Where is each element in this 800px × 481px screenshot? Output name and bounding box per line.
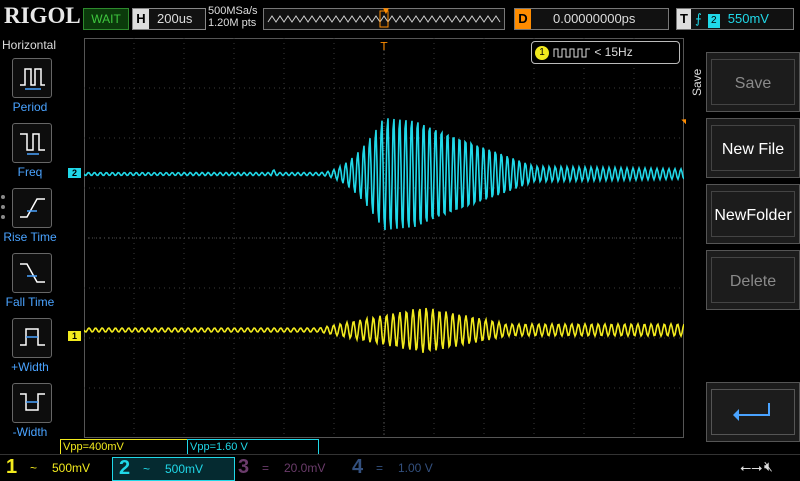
positive-width-icon [12, 318, 52, 358]
measure-period[interactable]: Period [0, 58, 60, 120]
channel-status-bar: 1 ~ 500mV 2 ~ 500mV 3 = 20.0mV 4 = 1.00 … [0, 454, 800, 481]
save-menu-title: Save [690, 68, 704, 96]
new-folder-button-label: NewFolder [714, 207, 792, 224]
save-button-label: Save [734, 75, 772, 92]
waveform-display[interactable]: T [84, 38, 684, 438]
waveform-graticule: T [84, 38, 684, 438]
horizontal-timebase[interactable]: H 200us [132, 8, 206, 30]
trigger-level: 550mV [727, 11, 769, 26]
trigger-position-marker-icon: ▼ [381, 6, 391, 17]
measure-fall-time-label: Fall Time [5, 295, 55, 309]
ch2-vpp-measurement: Vpp=1.60 V [187, 439, 319, 455]
acquisition-info: 500MSa/s 1.20M pts [208, 5, 258, 29]
new-file-button-label: New File [721, 141, 785, 158]
return-arrow-icon [733, 403, 770, 421]
channel-2-coupling: ~ [143, 462, 151, 476]
delete-button-label: Delete [729, 273, 777, 290]
channel-4-coupling: = [376, 461, 384, 475]
channel-1-scale: 500mV [52, 461, 91, 475]
measure-fall-time[interactable]: Fall Time [0, 253, 60, 315]
channel-2-waveform [84, 118, 684, 231]
measure-negative-width-label: -Width [12, 425, 48, 439]
trigger-settings[interactable]: T ⨍ 2 550mV [676, 8, 794, 30]
horizontal-key-label: H [133, 9, 149, 29]
run-status-badge[interactable]: WAIT [83, 8, 129, 30]
sample-rate: 500MSa/s [208, 5, 258, 17]
save-button[interactable]: Save [706, 52, 800, 112]
save-menu: Save Save New File NewFolder Delete [686, 38, 800, 448]
measure-menu: Horizontal Period Freq Rise Time Fall Ti… [0, 36, 60, 446]
back-button[interactable] [706, 382, 800, 442]
trigger-delay[interactable]: D 0.00000000ps [514, 8, 669, 30]
measure-period-label: Period [12, 100, 48, 114]
usb-icon: ⭠⭢ [740, 459, 763, 475]
fall-time-icon [12, 253, 52, 293]
channel-3-scale: 20.0mV [284, 461, 326, 475]
channel-2-scale: 500mV [165, 462, 204, 476]
brand-logo: RIGOL [4, 3, 81, 28]
delay-value: 0.00000000ps [553, 11, 636, 26]
rise-time-icon [12, 188, 52, 228]
trigger-key-label: T [677, 9, 691, 29]
frequency-counter-value: < 15Hz [594, 45, 633, 59]
memory-depth: 1.20M pts [208, 17, 257, 29]
pulse-train-icon [553, 48, 590, 58]
channel-2-offset-marker[interactable]: 2 [68, 168, 81, 178]
trigger-position-icon: T [380, 40, 388, 53]
trigger-source-badge: 2 [707, 14, 720, 28]
channel-3-status[interactable]: 3 = 20.0mV [232, 456, 344, 479]
measure-negative-width[interactable]: -Width [0, 383, 60, 445]
channel-3-number: 3 [238, 456, 250, 478]
top-status-bar: RIGOL WAIT H 200us 500MSa/s 1.20M pts ▼ D… [0, 0, 800, 36]
measure-frequency[interactable]: Freq [0, 123, 60, 185]
measure-frequency-label: Freq [17, 165, 43, 179]
measure-rise-time-label: Rise Time [3, 230, 57, 244]
negative-width-icon [12, 383, 52, 423]
measure-positive-width[interactable]: +Width [0, 318, 60, 380]
channel-4-scale: 1.00 V [398, 461, 433, 475]
frequency-counter-channel: 1 [535, 45, 549, 60]
measure-rise-time[interactable]: Rise Time [0, 188, 60, 250]
new-folder-button[interactable]: NewFolder [706, 184, 800, 244]
measure-positive-width-label: +Width [11, 360, 49, 374]
channel-2-status[interactable]: 2 ~ 500mV [112, 457, 235, 481]
channel-1-coupling: ~ [30, 461, 38, 475]
frequency-icon [12, 123, 52, 163]
period-icon [12, 58, 52, 98]
speaker-muted-icon[interactable]: 🔇︎ [764, 458, 773, 475]
new-file-button[interactable]: New File [706, 118, 800, 178]
frequency-counter: 1 < 15Hz [531, 41, 680, 64]
delay-key-label: D [515, 9, 531, 29]
channel-4-status[interactable]: 4 = 1.00 V [346, 456, 458, 479]
channel-1-offset-marker[interactable]: 1 [68, 331, 81, 341]
channel-3-coupling: = [262, 461, 270, 475]
channel-4-number: 4 [352, 456, 364, 478]
ch1-vpp-measurement: Vpp=400mV [60, 439, 188, 455]
channel-2-number: 2 [119, 457, 131, 479]
channel-1-status[interactable]: 1 ~ 500mV [0, 456, 113, 479]
rising-edge-icon: ⨍ [695, 11, 702, 26]
measure-menu-title: Horizontal [2, 38, 57, 52]
timebase-value: 200us [157, 11, 193, 26]
channel-1-number: 1 [6, 456, 18, 478]
delete-button[interactable]: Delete [706, 250, 800, 310]
